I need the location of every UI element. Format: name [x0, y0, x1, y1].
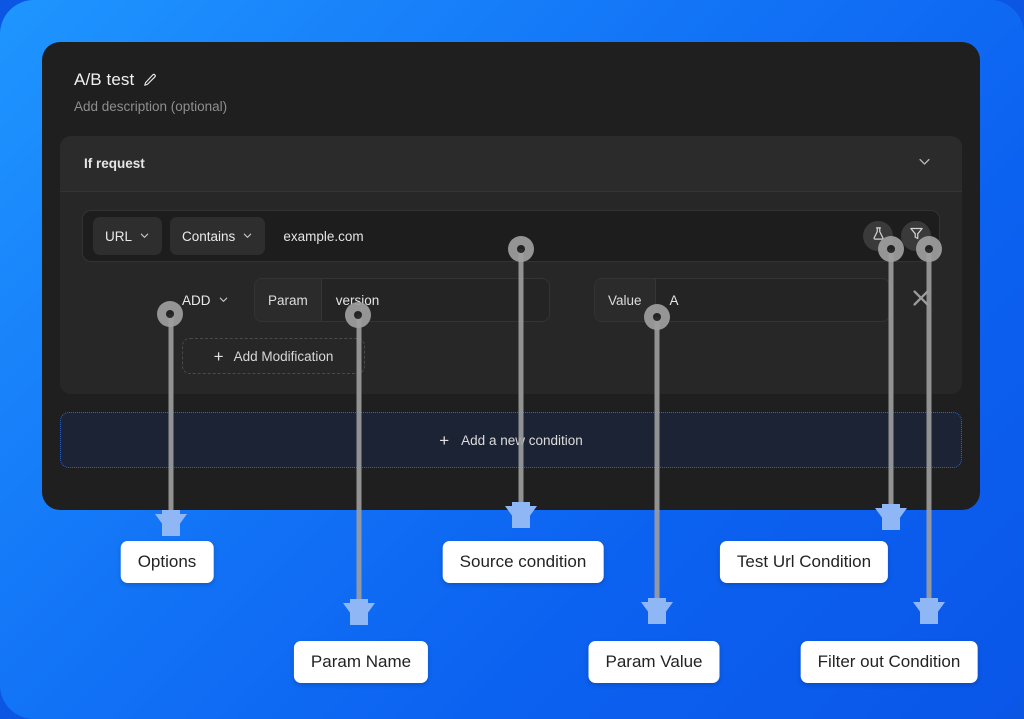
value-field-label: Value [595, 279, 656, 321]
funnel-icon [909, 226, 924, 246]
test-url-condition-button[interactable] [863, 221, 893, 251]
chevron-down-icon [139, 229, 150, 244]
pencil-icon[interactable] [143, 73, 157, 87]
condition-group-header[interactable]: If request [60, 136, 962, 192]
annotation-label-test-url-condition: Test Url Condition [719, 541, 889, 583]
condition-group-body: URL Contains example.com ADD Param versi… [60, 192, 962, 394]
chevron-down-icon[interactable] [917, 154, 932, 174]
card-header: A/B test Add description (optional) [60, 62, 962, 114]
flask-icon [871, 226, 886, 246]
annotation-label-options: Options [120, 541, 214, 583]
annotation-label-param-name: Param Name [293, 641, 429, 683]
title-row: A/B test [74, 70, 958, 90]
value-field-group: Value A [594, 278, 890, 322]
description-placeholder[interactable]: Add description (optional) [74, 99, 958, 114]
condition-value-input[interactable]: example.com [273, 229, 855, 244]
chevron-down-icon [218, 293, 229, 308]
remove-modification-button[interactable] [890, 287, 932, 314]
condition-subject-select[interactable]: URL [93, 217, 163, 255]
condition-group: If request URL Contains example.com ADD … [60, 136, 962, 394]
condition-group-label: If request [84, 156, 145, 171]
page-title: A/B test [74, 70, 135, 89]
param-name-input[interactable]: version [322, 279, 549, 321]
plus-icon: + [439, 430, 450, 450]
add-condition-button[interactable]: + Add a new condition [60, 412, 962, 468]
plus-icon: + [213, 346, 224, 366]
chevron-down-icon [242, 229, 253, 244]
param-value-input[interactable]: A [656, 279, 889, 321]
add-modification-label: Add Modification [233, 348, 334, 364]
condition-subject-label: URL [105, 228, 133, 244]
modification-operation-label: ADD [182, 292, 211, 308]
filter-out-condition-button[interactable] [901, 221, 931, 251]
modification-row: ADD Param version Value A [168, 278, 940, 322]
url-condition-row: URL Contains example.com [82, 210, 940, 262]
add-modification-button[interactable]: + Add Modification [182, 338, 365, 374]
screenshot-canvas: A/B test Add description (optional) If r… [0, 0, 1024, 719]
param-field-label: Param [255, 279, 322, 321]
param-field-group: Param version [254, 278, 550, 322]
annotation-arrow-param-name [343, 599, 375, 625]
annotation-arrow-filter-out-condition [913, 598, 945, 624]
annotation-arrow-param-value [641, 598, 673, 624]
annotation-arrow-options [155, 510, 187, 536]
annotation-label-filter-out-condition: Filter out Condition [800, 641, 978, 683]
modification-block: ADD Param version Value A + Add Modifica… [82, 278, 940, 374]
annotation-label-param-value: Param Value [588, 641, 720, 683]
add-condition-label: Add a new condition [461, 432, 583, 448]
ab-test-card: A/B test Add description (optional) If r… [42, 42, 980, 510]
modification-operation-select[interactable]: ADD [168, 293, 254, 308]
condition-operator-label: Contains [182, 228, 236, 244]
condition-operator-select[interactable]: Contains [170, 217, 266, 255]
annotation-label-source-condition: Source condition [442, 541, 604, 583]
annotation-arrow-test-url-condition [875, 504, 907, 530]
